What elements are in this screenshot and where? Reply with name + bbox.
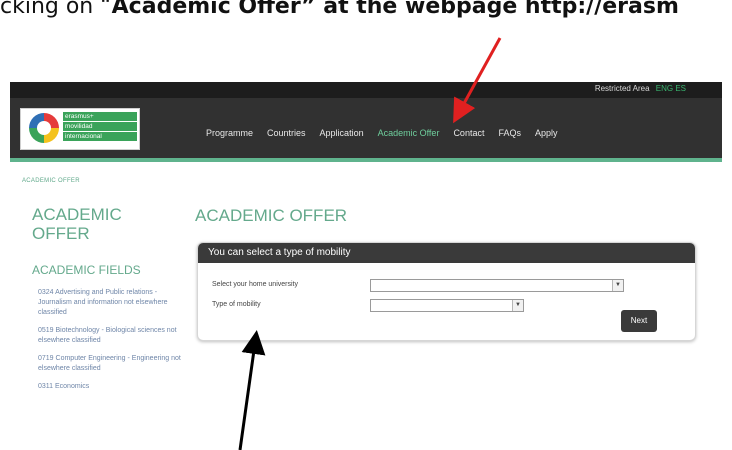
restricted-area-link[interactable]: Restricted Area ENG ES bbox=[595, 84, 686, 93]
chevron-down-icon: ▼ bbox=[512, 300, 523, 311]
field-link[interactable]: 0311 Economics bbox=[38, 382, 188, 392]
field-link[interactable]: 0719 Computer Engineering - Engineering … bbox=[38, 354, 188, 374]
webpage-screenshot: Restricted Area ENG ES erasmus+ movilida… bbox=[10, 82, 722, 450]
restricted-area-label: Restricted Area bbox=[594, 84, 650, 93]
academic-fields-list: 0324 Advertising and Public relations - … bbox=[38, 288, 188, 400]
logo-icon bbox=[29, 113, 59, 143]
logo-line: erasmus+ bbox=[63, 112, 137, 121]
page-title: ACADEMIC OFFER bbox=[195, 206, 348, 225]
instruction-caption: cking on “Academic Offer” at the webpage… bbox=[0, 0, 732, 40]
nav-item-faqs[interactable]: FAQs bbox=[498, 128, 521, 138]
field-link[interactable]: 0519 Biotechnology - Biological sciences… bbox=[38, 326, 188, 346]
nav-item-application[interactable]: Application bbox=[320, 128, 364, 138]
university-label: Select your home university bbox=[212, 281, 298, 288]
site-logo[interactable]: erasmus+ movilidad internacional bbox=[20, 108, 140, 150]
top-bar: Restricted Area ENG ES bbox=[10, 82, 722, 98]
nav-item-contact[interactable]: Contact bbox=[453, 128, 484, 138]
nav-item-countries[interactable]: Countries bbox=[267, 128, 306, 138]
mobility-type-label: Type of mobility bbox=[212, 301, 261, 308]
logo-line: movilidad bbox=[63, 122, 137, 131]
mobility-panel: You can select a type of mobility Select… bbox=[197, 242, 696, 341]
main-nav: Programme Countries Application Academic… bbox=[206, 128, 558, 138]
site-header: erasmus+ movilidad internacional Program… bbox=[10, 98, 722, 162]
sidebar-title: ACADEMIC OFFER bbox=[32, 205, 122, 243]
caption-prefix: cking on “ bbox=[0, 0, 112, 19]
nav-item-academic-offer[interactable]: Academic Offer bbox=[378, 128, 440, 138]
next-button[interactable]: Next bbox=[621, 310, 657, 332]
nav-item-programme[interactable]: Programme bbox=[206, 128, 253, 138]
field-link[interactable]: 0324 Advertising and Public relations - … bbox=[38, 288, 188, 318]
chevron-down-icon: ▼ bbox=[612, 280, 623, 291]
panel-heading: You can select a type of mobility bbox=[198, 243, 695, 263]
caption-bold-text: Academic Offer” at the webpage http://er… bbox=[111, 0, 679, 19]
nav-item-apply[interactable]: Apply bbox=[535, 128, 558, 138]
logo-text: erasmus+ movilidad internacional bbox=[63, 112, 137, 142]
university-select[interactable]: ▼ bbox=[370, 279, 624, 292]
mobility-type-select[interactable]: ▼ bbox=[370, 299, 524, 312]
language-selector[interactable]: ENG ES bbox=[656, 84, 686, 93]
logo-line: internacional bbox=[63, 132, 137, 141]
breadcrumb[interactable]: ACADEMIC OFFER bbox=[22, 178, 80, 184]
academic-fields-heading: ACADEMIC FIELDS bbox=[32, 263, 141, 277]
